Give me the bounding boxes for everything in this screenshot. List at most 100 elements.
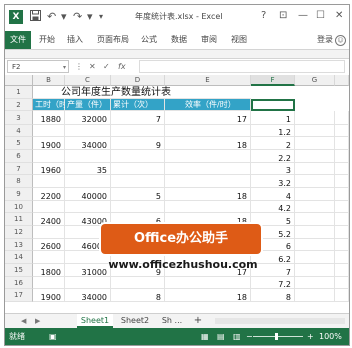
header-cell-hours[interactable]: 工时（时） <box>33 99 75 111</box>
table-cell[interactable] <box>295 201 335 213</box>
table-cell[interactable] <box>33 277 65 289</box>
redo-dropdown-icon[interactable]: ▾ <box>87 10 93 24</box>
table-cell[interactable] <box>335 201 349 213</box>
table-cell[interactable] <box>165 163 251 175</box>
table-cell[interactable] <box>111 163 165 175</box>
table-cell[interactable]: 8 <box>111 289 165 302</box>
tab-home[interactable]: 开始 <box>39 31 55 49</box>
table-cell[interactable]: 1900 <box>33 137 65 150</box>
table-cell[interactable] <box>33 251 65 264</box>
table-cell[interactable] <box>295 264 335 277</box>
row-header[interactable]: 8 <box>5 175 33 188</box>
table-cell[interactable]: 1 <box>251 111 295 125</box>
normal-view-icon[interactable]: ▦ <box>201 328 209 345</box>
table-cell[interactable]: 18 <box>165 289 251 302</box>
table-cell[interactable]: 4.2 <box>251 201 295 213</box>
login-link[interactable]: 登录 <box>317 31 333 49</box>
table-cell[interactable] <box>335 137 349 150</box>
table-cell[interactable]: 1900 <box>33 289 65 302</box>
row-header[interactable]: 2 <box>5 99 33 111</box>
table-cell[interactable] <box>65 125 111 137</box>
row-header[interactable]: 13 <box>5 239 33 251</box>
table-cell[interactable]: 18 <box>165 137 251 150</box>
undo-dropdown-icon[interactable]: ▾ <box>61 10 67 24</box>
add-sheet-icon[interactable]: + <box>191 314 205 328</box>
table-cell[interactable]: 32000 <box>65 111 111 125</box>
sheet-tab-sheet2[interactable]: Sheet2 <box>117 314 153 328</box>
table-cell[interactable] <box>295 111 335 125</box>
tab-file[interactable]: 文件 <box>5 31 31 49</box>
tab-view[interactable]: 视图 <box>231 31 247 49</box>
restore-icon[interactable]: ☐ <box>316 9 325 23</box>
column-header-g[interactable]: G <box>295 75 335 86</box>
table-cell[interactable] <box>165 125 251 137</box>
table-cell[interactable]: 34000 <box>65 137 111 150</box>
sheet-tab-more[interactable]: Sh ... <box>157 314 187 328</box>
cancel-icon[interactable]: ✕ <box>89 60 96 74</box>
zoom-slider-thumb[interactable] <box>275 333 278 340</box>
selected-cell-f2[interactable] <box>251 99 295 111</box>
name-box[interactable]: F2 ▾ <box>7 60 69 73</box>
next-sheet-icon[interactable]: ▶ <box>35 315 40 327</box>
table-cell[interactable] <box>65 175 111 188</box>
table-cell[interactable] <box>295 289 335 302</box>
enter-icon[interactable]: ✓ <box>103 60 110 74</box>
table-cell[interactable] <box>165 277 251 289</box>
zoom-slider[interactable] <box>253 336 303 337</box>
row-header[interactable]: 6 <box>5 150 33 163</box>
table-cell[interactable] <box>335 125 349 137</box>
table-cell[interactable]: 1880 <box>33 111 65 125</box>
column-header-e[interactable]: E <box>165 75 251 86</box>
table-cell[interactable] <box>335 213 349 226</box>
table-cell[interactable]: 2.2 <box>251 150 295 163</box>
table-cell[interactable] <box>295 150 335 163</box>
ribbon-display-icon[interactable]: ⊡ <box>279 9 287 23</box>
table-cell[interactable] <box>65 150 111 163</box>
row-header[interactable]: 5 <box>5 137 33 150</box>
table-cell[interactable] <box>295 125 335 137</box>
table-cell[interactable]: 35 <box>65 163 111 175</box>
table-cell[interactable]: 3.2 <box>251 175 295 188</box>
sheet-tab-sheet1[interactable]: Sheet1 <box>77 314 113 328</box>
table-cell[interactable]: 34000 <box>65 289 111 302</box>
row-header[interactable]: 10 <box>5 201 33 213</box>
table-cell[interactable] <box>335 289 349 302</box>
table-cell[interactable] <box>33 125 65 137</box>
table-cell[interactable]: 18 <box>165 188 251 201</box>
row-header[interactable]: 15 <box>5 264 33 277</box>
table-cell[interactable] <box>335 111 349 125</box>
table-cell[interactable]: 1.2 <box>251 125 295 137</box>
row-header[interactable]: 17 <box>5 289 33 302</box>
prev-sheet-icon[interactable]: ◀ <box>21 315 26 327</box>
table-cell[interactable] <box>295 188 335 201</box>
row-header[interactable]: 4 <box>5 125 33 137</box>
table-cell[interactable] <box>335 175 349 188</box>
table-cell[interactable] <box>295 251 335 264</box>
table-cell[interactable]: 4 <box>251 188 295 201</box>
table-cell[interactable]: 9 <box>111 137 165 150</box>
table-cell[interactable] <box>111 125 165 137</box>
table-cell[interactable]: 1960 <box>33 163 65 175</box>
table-cell[interactable] <box>335 188 349 201</box>
formula-input[interactable] <box>139 60 345 73</box>
row-header[interactable]: 9 <box>5 188 33 201</box>
page-break-view-icon[interactable]: ▥ <box>233 328 241 345</box>
column-header-h[interactable] <box>335 75 349 86</box>
header-cell-efficiency[interactable]: 效率（件/时） <box>165 99 251 111</box>
customize-toolbar-icon[interactable]: ▾ <box>99 10 103 24</box>
table-cell[interactable] <box>33 175 65 188</box>
table-cell[interactable]: 1800 <box>33 264 65 277</box>
row-header[interactable]: 1 <box>5 86 33 99</box>
row-header[interactable]: 14 <box>5 251 33 264</box>
table-cell[interactable]: 8 <box>251 289 295 302</box>
feedback-smiley-icon[interactable]: ☺ <box>335 35 346 46</box>
table-cell[interactable] <box>111 175 165 188</box>
table-cell[interactable] <box>295 175 335 188</box>
table-cell[interactable]: 2600 <box>33 239 65 251</box>
table-cell[interactable] <box>111 277 165 289</box>
row-header[interactable]: 12 <box>5 226 33 239</box>
page-layout-view-icon[interactable]: ▤ <box>217 328 225 345</box>
tab-formulas[interactable]: 公式 <box>141 31 157 49</box>
table-cell[interactable]: 7.2 <box>251 277 295 289</box>
formula-bar-options-icon[interactable]: ⋮ <box>75 60 83 74</box>
